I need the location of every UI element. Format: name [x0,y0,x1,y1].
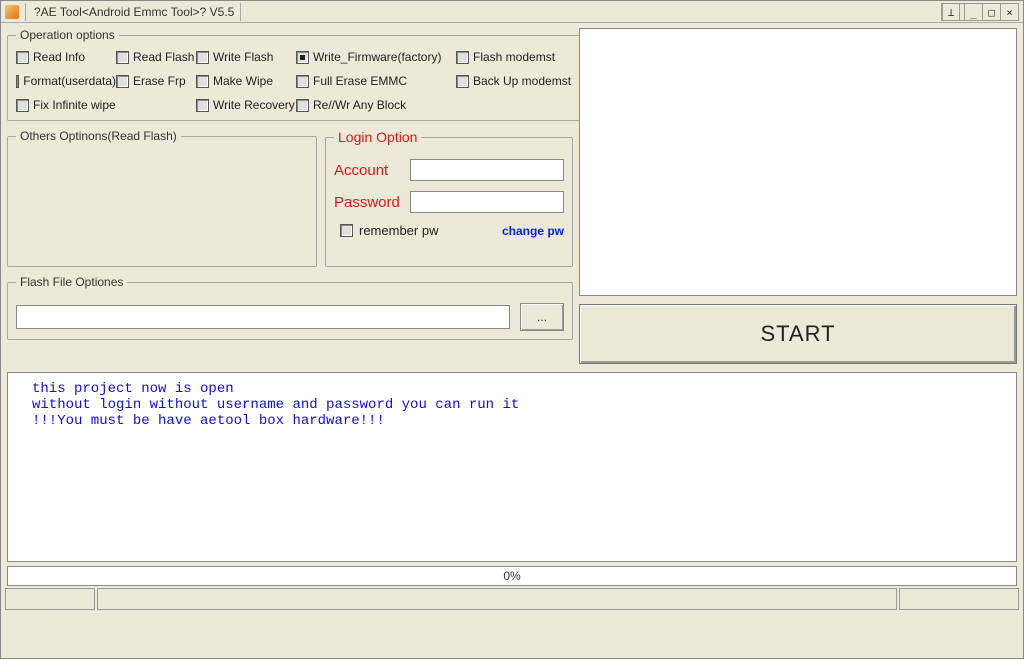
remember-pw-checkbox[interactable]: remember pw [340,223,438,238]
account-label: Account [334,162,410,179]
account-input[interactable] [410,159,564,181]
change-pw-link[interactable]: change pw [502,224,564,238]
close-button[interactable]: × [1000,4,1018,20]
progress-bar: 0% [7,566,1017,586]
flash-path-input[interactable] [16,305,510,329]
checkbox-icon [196,99,209,112]
checkbox-icon [296,75,309,88]
full-erase-emmc-option[interactable]: Full Erase EMMC [296,74,456,88]
flash-modemst-option[interactable]: Flash modemst [456,50,576,64]
title-bar: ?AE Tool<Android Emmc Tool>? V5.5 ⊥ _ □ … [1,1,1023,23]
spacer [116,105,117,106]
status-cell [899,588,1019,610]
password-input[interactable] [410,191,564,213]
login-option-group: Login Option Account Password remember p… [325,129,573,267]
backup-modemst-option[interactable]: Back Up modemst [456,74,576,88]
format-userdata-option[interactable]: Format(userdata) [16,74,116,88]
minimize-button[interactable]: _ [964,4,982,20]
erase-frp-option[interactable]: Erase Frp [116,74,196,88]
checkbox-icon [116,51,129,64]
checkbox-icon [16,75,19,88]
checkbox-icon [16,51,29,64]
fix-infinite-wipe-option[interactable]: Fix Infinite wipe [16,98,116,112]
write-firmware-option[interactable]: Write_Firmware(factory) [296,50,456,64]
window-title: ?AE Tool<Android Emmc Tool>? V5.5 [34,5,234,19]
read-flash-option[interactable]: Read Flash [116,50,196,64]
login-legend: Login Option [334,129,421,145]
separator-icon [25,3,26,21]
write-flash-option[interactable]: Write Flash [196,50,296,64]
make-wipe-option[interactable]: Make Wipe [196,74,296,88]
maximize-button[interactable]: □ [982,4,1000,20]
password-label: Password [334,194,410,211]
rewr-any-block-option[interactable]: Re//Wr Any Block [296,98,456,112]
checkbox-icon [340,224,353,237]
flash-legend: Flash File Optiones [16,275,127,289]
checkbox-icon [456,75,469,88]
checkbox-icon [196,51,209,64]
write-recovery-option[interactable]: Write Recovery [196,98,296,112]
others-options-group: Others Optinons(Read Flash) [7,129,317,267]
checkbox-icon [116,75,129,88]
checkbox-icon [296,99,309,112]
others-legend: Others Optinons(Read Flash) [16,129,181,143]
radio-icon [296,51,309,64]
progress-text: 0% [503,569,520,583]
operation-options-group: Operation options Read Info Read Flash W… [7,28,585,121]
log-output: this project now is open without login w… [7,372,1017,562]
operation-legend: Operation options [16,28,119,42]
flash-file-group: Flash File Optiones ... [7,275,573,340]
browse-button[interactable]: ... [520,303,564,331]
app-icon [5,5,19,19]
start-button[interactable]: START [579,304,1017,364]
checkbox-icon [196,75,209,88]
status-bar [5,588,1019,610]
read-info-option[interactable]: Read Info [16,50,116,64]
checkbox-icon [456,51,469,64]
window-buttons: ⊥ _ □ × [941,3,1019,21]
spacer [456,105,457,106]
checkbox-icon [16,99,29,112]
help-icon[interactable]: ⊥ [942,4,960,20]
status-cell [97,588,897,610]
output-panel [579,28,1017,296]
status-cell [5,588,95,610]
separator-icon [240,3,241,21]
